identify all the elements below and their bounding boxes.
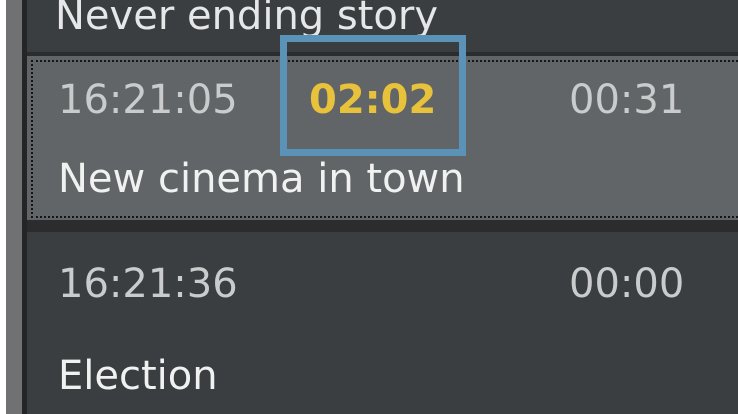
item-start-time: 16:21:05	[58, 77, 238, 123]
item-start-time: 16:21:36	[58, 261, 238, 307]
rundown-list: Never ending story 16:21:05 02:02 00:31 …	[27, 0, 738, 414]
item-title: Election	[58, 353, 218, 399]
item-title: New cinema in town	[58, 156, 465, 202]
left-rail	[6, 0, 22, 414]
rundown-screen: Never ending story 16:21:05 02:02 00:31 …	[0, 0, 738, 414]
item-remaining-time: 02:02	[309, 77, 437, 123]
item-title: Never ending story	[55, 0, 439, 39]
item-duration: 00:31	[569, 77, 685, 123]
rundown-item-next[interactable]: 16:21:36 00:00 Election	[27, 232, 738, 414]
rundown-item-previous[interactable]: Never ending story	[27, 0, 738, 52]
item-duration: 00:00	[569, 261, 685, 307]
rundown-item-selected[interactable]: 16:21:05 02:02 00:31 New cinema in town	[27, 56, 738, 220]
